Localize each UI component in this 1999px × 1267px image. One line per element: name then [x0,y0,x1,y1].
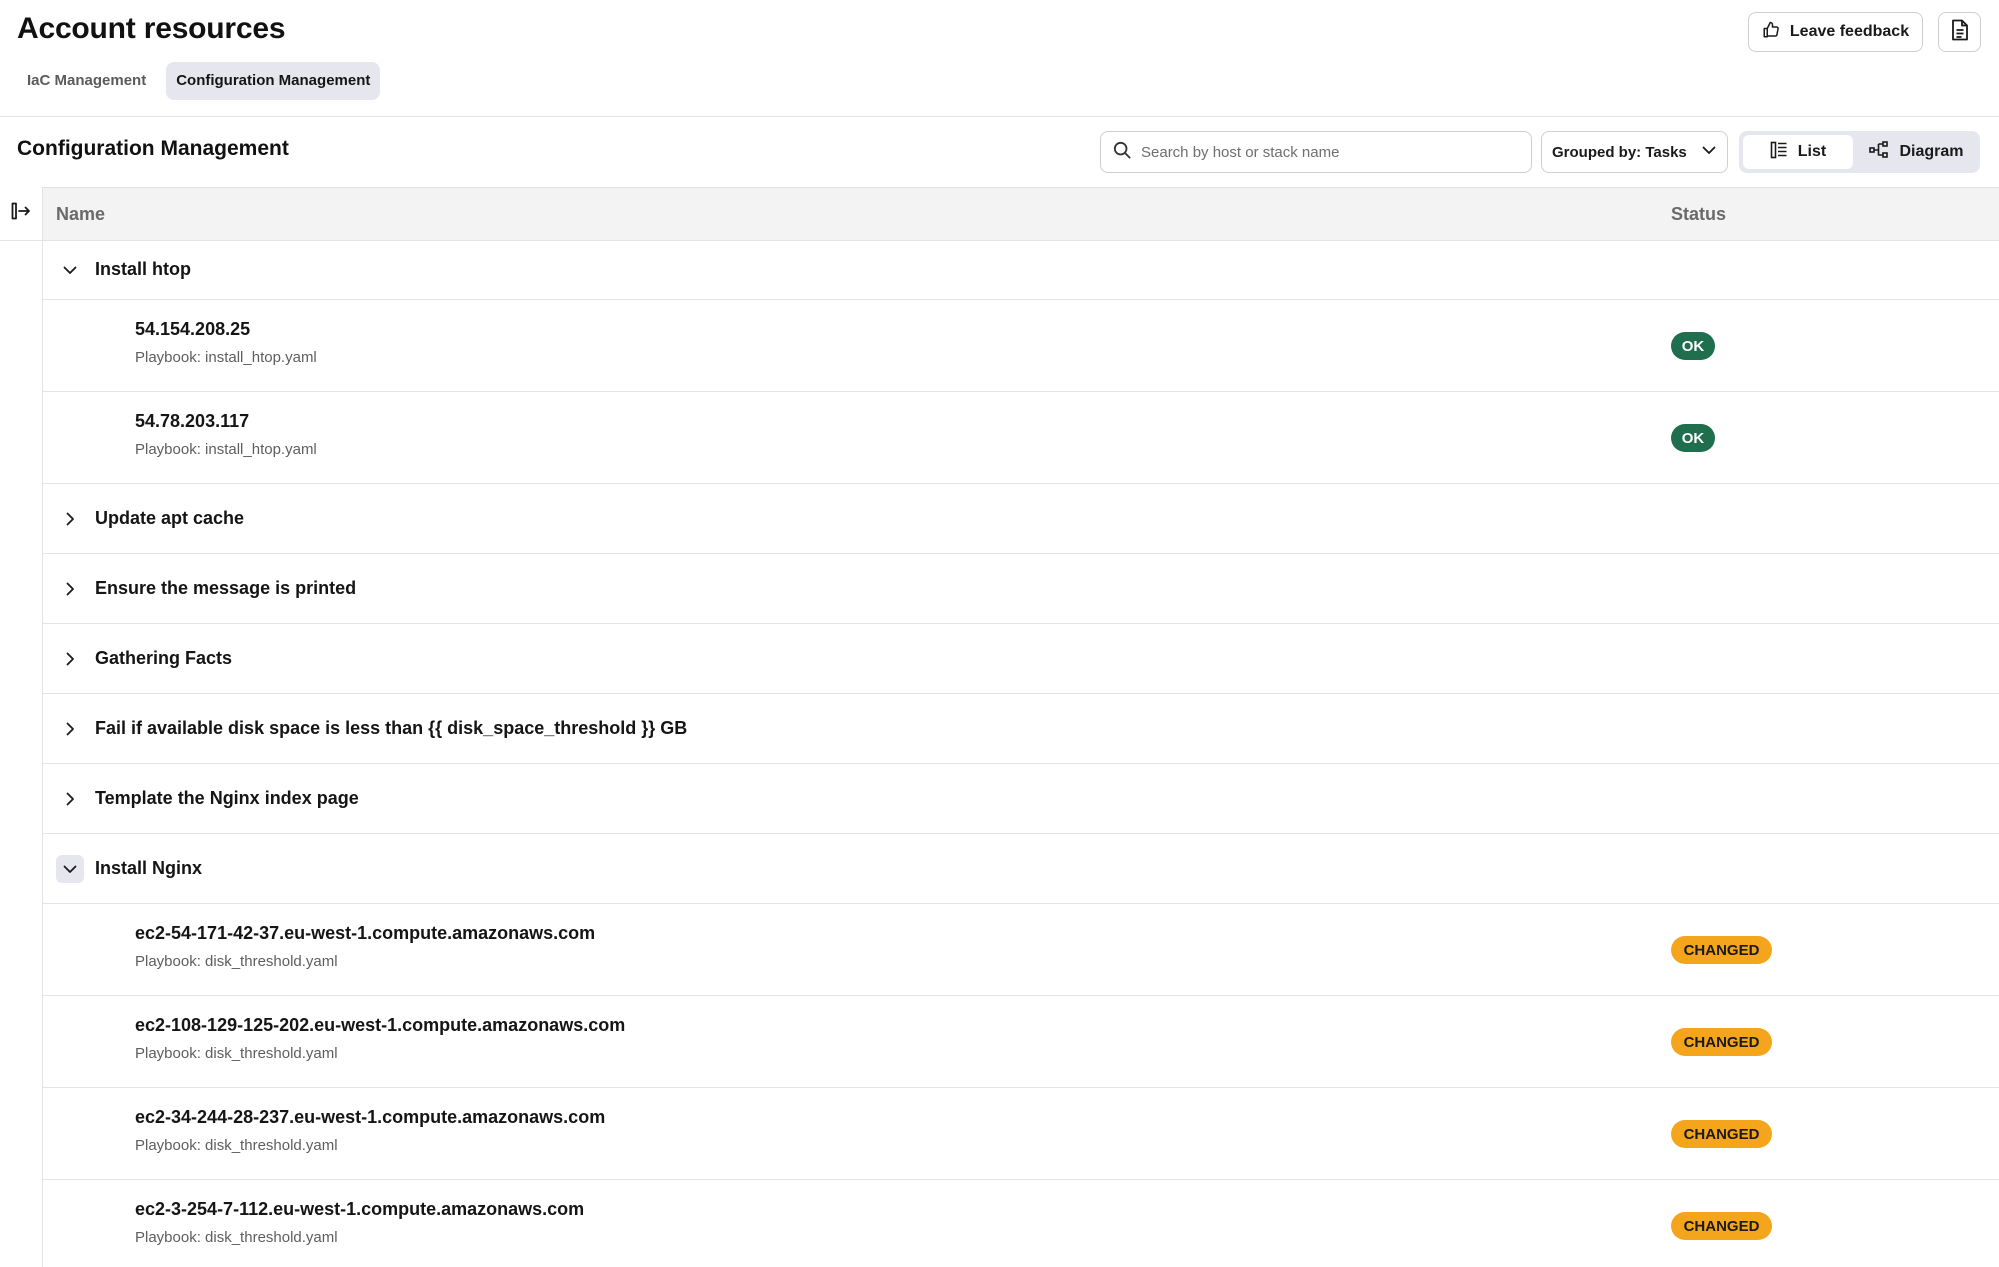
task-group-row[interactable]: Update apt cache [43,484,1999,554]
tab-configuration-management[interactable]: Configuration Management [166,62,381,100]
search-input[interactable] [1141,143,1521,161]
host-row[interactable]: 54.154.208.25 Playbook: install_htop.yam… [43,300,1999,392]
page-header: Account resources IaC Management Configu… [0,0,1999,117]
task-group-row[interactable]: Install htop [43,241,1999,300]
document-icon [1950,19,1970,46]
host-row[interactable]: ec2-108-129-125-202.eu-west-1.compute.am… [43,996,1999,1088]
host-playbook: Playbook: disk_threshold.yaml [135,1137,338,1154]
task-group-label: Install htop [95,259,191,279]
section-toolbar: Configuration Management Grouped by: Tas… [0,117,1999,187]
task-group-label: Template the Nginx index page [95,788,359,808]
leave-feedback-button[interactable]: Leave feedback [1748,12,1923,52]
leave-feedback-label: Leave feedback [1789,23,1910,40]
host-playbook: Playbook: disk_threshold.yaml [135,1229,338,1246]
chevron-right-icon[interactable] [56,715,84,743]
column-header-status[interactable]: Status [1671,204,1726,225]
chevron-down-icon[interactable] [56,855,84,883]
search-icon [1113,141,1131,164]
thumbs-up-icon [1762,21,1780,44]
expand-panel-icon [11,202,31,225]
host-playbook: Playbook: install_htop.yaml [135,441,317,458]
task-group-label: Gathering Facts [95,648,233,668]
section-title: Configuration Management [17,137,289,160]
host-row[interactable]: ec2-34-244-28-237.eu-west-1.compute.amaz… [43,1088,1999,1180]
status-badge: CHANGED [1671,1028,1772,1056]
status-badge: OK [1671,332,1715,360]
table-header: Name Status [43,187,1999,241]
host-playbook: Playbook: disk_threshold.yaml [135,953,338,970]
expand-panel-button[interactable] [0,187,42,241]
group-by-dropdown[interactable]: Grouped by: Tasks [1541,131,1728,173]
list-icon [1770,141,1788,164]
host-row[interactable]: ec2-3-254-7-112.eu-west-1.compute.amazon… [43,1180,1999,1267]
status-badge: CHANGED [1671,936,1772,964]
column-header-name[interactable]: Name [56,204,105,225]
group-by-label: Grouped by: Tasks [1552,143,1687,161]
view-toggle: List Diagram [1739,131,1980,173]
status-badge: CHANGED [1671,1212,1772,1240]
chevron-right-icon[interactable] [56,785,84,813]
task-group-row[interactable]: Fail if available disk space is less tha… [43,694,1999,764]
view-diagram-button[interactable]: Diagram [1857,135,1976,169]
tab-iac-management[interactable]: IaC Management [17,62,156,100]
host-row[interactable]: 54.78.203.117 Playbook: install_htop.yam… [43,392,1999,484]
side-rail [0,187,43,1267]
task-group-label: Ensure the message is printed [95,578,357,598]
tab-bar: IaC Management Configuration Management [17,62,381,100]
chevron-down-icon[interactable] [56,256,84,284]
task-group-row[interactable]: Template the Nginx index page [43,764,1999,834]
task-group-row[interactable]: Gathering Facts [43,624,1999,694]
task-group-label: Update apt cache [95,508,245,528]
chevron-right-icon[interactable] [56,575,84,603]
task-list: Install htop 54.154.208.25 Playbook: ins… [43,241,1999,1267]
status-badge: OK [1671,424,1715,452]
view-diagram-label: Diagram [1899,143,1964,160]
chevron-right-icon[interactable] [56,645,84,673]
host-name: ec2-54-171-42-37.eu-west-1.compute.amazo… [135,923,596,943]
view-list-label: List [1797,143,1827,160]
chevron-down-icon [1701,142,1717,162]
task-group-row[interactable]: Install Nginx [43,834,1999,904]
host-playbook: Playbook: install_htop.yaml [135,349,317,366]
task-group-label: Install Nginx [95,858,203,878]
task-group-label: Fail if available disk space is less tha… [95,718,688,738]
host-name: ec2-34-244-28-237.eu-west-1.compute.amaz… [135,1107,606,1127]
host-row[interactable]: ec2-54-171-42-37.eu-west-1.compute.amazo… [43,904,1999,996]
search-box[interactable] [1100,131,1532,173]
diagram-icon [1869,140,1889,164]
host-name: ec2-108-129-125-202.eu-west-1.compute.am… [135,1015,626,1035]
host-name: 54.154.208.25 [135,319,251,339]
host-name: 54.78.203.117 [135,411,250,431]
view-list-button[interactable]: List [1743,135,1853,169]
document-button[interactable] [1938,12,1981,52]
status-badge: CHANGED [1671,1120,1772,1148]
host-name: ec2-3-254-7-112.eu-west-1.compute.amazon… [135,1199,585,1219]
page-title: Account resources [17,12,286,45]
chevron-right-icon[interactable] [56,505,84,533]
task-group-row[interactable]: Ensure the message is printed [43,554,1999,624]
host-playbook: Playbook: disk_threshold.yaml [135,1045,338,1062]
